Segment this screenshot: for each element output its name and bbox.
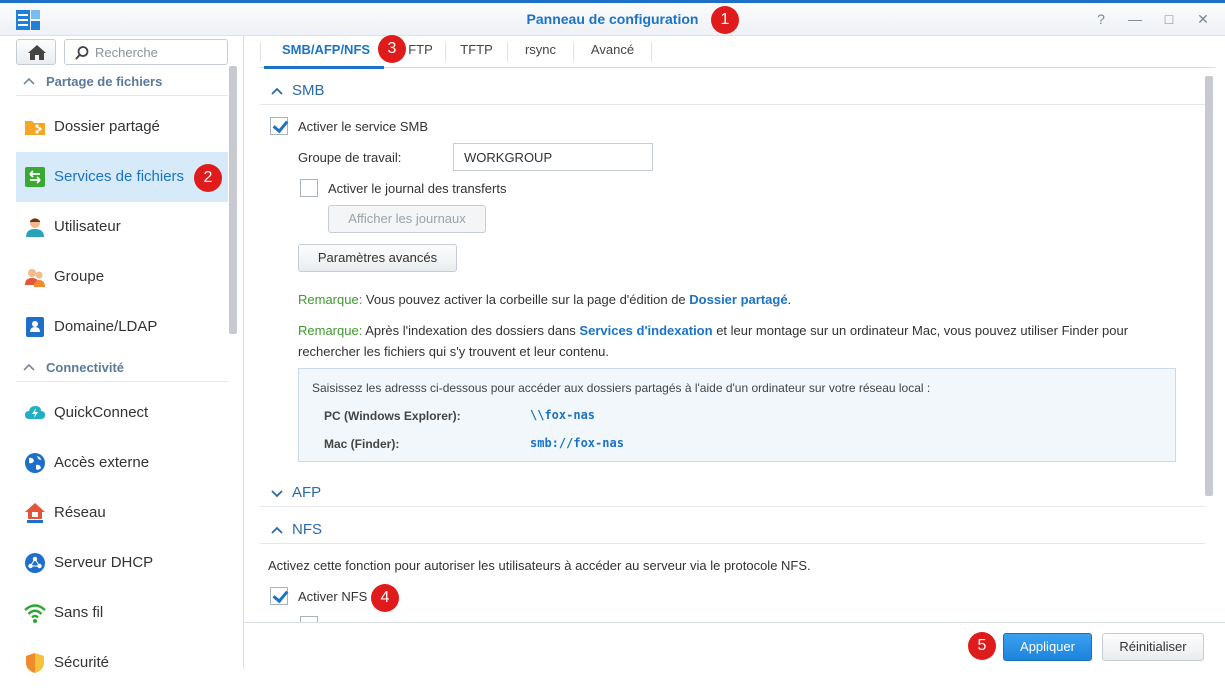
shared-folder-icon <box>25 121 45 135</box>
sidebar-scrollbar[interactable] <box>229 66 237 334</box>
home-button[interactable] <box>16 39 56 65</box>
transfer-log-label: Activer le journal des transferts <box>328 181 507 196</box>
annotation-badge-2: 2 <box>194 164 222 192</box>
nfs-enable-label: Activer NFS <box>298 589 368 604</box>
sidebar-item-security[interactable]: Sécurité <box>16 638 228 688</box>
user-icon <box>26 218 44 237</box>
search-icon <box>75 46 89 60</box>
transfer-log-checkbox[interactable] <box>300 179 318 197</box>
quickconnect-icon <box>25 406 45 419</box>
workgroup-field[interactable]: WORKGROUP <box>453 143 653 171</box>
sidebar-item-network[interactable]: Réseau <box>16 488 228 538</box>
sidebar-item-wireless[interactable]: Sans fil <box>16 588 228 638</box>
chevron-up-icon <box>271 526 283 534</box>
pc-address-value: \\fox-nas <box>530 408 596 422</box>
annotation-badge-4: 4 <box>371 584 399 612</box>
reset-button[interactable]: Réinitialiser <box>1102 633 1204 661</box>
wireless-icon <box>24 604 46 623</box>
pc-address-label: PC (Windows Explorer): <box>324 409 461 423</box>
annotation-badge-5: 5 <box>968 632 996 660</box>
title-bar: Panneau de configuration 1 ? — □ ✕ <box>0 3 1225 36</box>
security-icon <box>26 653 44 673</box>
note-indexing-line2: rechercher les fichiers qui s'y trouvent… <box>298 344 610 359</box>
section-smb-header[interactable]: SMB <box>260 75 1205 105</box>
smb-enable-label: Activer le service SMB <box>298 119 429 134</box>
sidebar: Recherche Partage de fichiers Dossier pa… <box>0 36 244 673</box>
note-indexing: Remarque: Après l'indexation des dossier… <box>298 323 1129 338</box>
sidebar-item-external-access[interactable]: Accès externe <box>16 438 228 488</box>
sidebar-item-user[interactable]: Utilisateur <box>16 202 228 252</box>
footer-bar: 5 Appliquer Réinitialiser <box>244 622 1225 669</box>
chevron-up-icon <box>23 363 35 371</box>
section-header-connectivity[interactable]: Connectivité <box>16 352 228 382</box>
sidebar-item-quickconnect[interactable]: QuickConnect <box>16 388 228 438</box>
apply-button[interactable]: Appliquer <box>1003 633 1092 661</box>
smb-enable-checkbox[interactable] <box>270 117 288 135</box>
sidebar-item-shared-folder[interactable]: Dossier partagé <box>16 102 228 152</box>
external-access-icon <box>25 453 45 473</box>
section-header-file-sharing[interactable]: Partage de fichiers <box>16 66 228 96</box>
note-recycle-bin: Remarque: Vous pouvez activer la corbeil… <box>298 292 792 307</box>
window-title: Panneau de configuration <box>526 11 699 27</box>
help-icon[interactable]: ? <box>1093 11 1109 27</box>
shared-folder-link[interactable]: Dossier partagé <box>689 292 787 307</box>
close-icon[interactable]: ✕ <box>1195 11 1211 27</box>
tab-tftp[interactable]: TFTP <box>446 42 508 62</box>
search-input[interactable]: Recherche <box>64 39 228 65</box>
sidebar-item-domain-ldap[interactable]: Domaine/LDAP <box>16 302 228 352</box>
domain-ldap-icon <box>26 317 44 337</box>
annotation-badge-3: 3 <box>378 35 406 63</box>
mac-address-label: Mac (Finder): <box>324 437 400 451</box>
content-scrollbar[interactable] <box>1205 76 1213 496</box>
indexing-services-link[interactable]: Services d'indexation <box>579 323 712 338</box>
tab-advanced[interactable]: Avancé <box>574 42 652 62</box>
annotation-badge-1: 1 <box>711 6 739 34</box>
sidebar-item-dhcp-server[interactable]: Serveur DHCP <box>16 538 228 588</box>
network-icon <box>25 503 45 523</box>
section-afp-header[interactable]: AFP <box>260 477 1205 507</box>
advanced-settings-button[interactable]: Paramètres avancés <box>298 244 457 272</box>
search-placeholder: Recherche <box>95 45 158 60</box>
mac-address-value: smb://fox-nas <box>530 436 624 450</box>
nfs-description: Activez cette fonction pour autoriser le… <box>268 558 811 573</box>
home-icon <box>28 45 46 60</box>
chevron-up-icon <box>23 77 35 85</box>
dhcp-server-icon <box>25 553 45 573</box>
tab-rsync[interactable]: rsync <box>508 42 574 62</box>
workgroup-label: Groupe de travail: <box>298 150 402 165</box>
show-logs-button[interactable]: Afficher les journaux <box>328 205 486 233</box>
chevron-up-icon <box>271 87 283 95</box>
chevron-down-icon <box>271 490 283 498</box>
info-intro-text: Saisissez les adresss ci-dessous pour ac… <box>312 381 931 395</box>
sidebar-item-group[interactable]: Groupe <box>16 252 228 302</box>
file-services-icon <box>25 167 45 187</box>
group-icon <box>25 269 45 287</box>
minimize-icon[interactable]: — <box>1127 11 1143 27</box>
settings-content: SMB Activer le service SMB Groupe de tra… <box>260 69 1215 622</box>
nfs-enable-checkbox[interactable] <box>270 587 288 605</box>
maximize-icon[interactable]: □ <box>1161 11 1177 27</box>
tab-smb-afp-nfs[interactable]: SMB/AFP/NFS <box>264 42 388 62</box>
section-nfs-header[interactable]: NFS <box>260 514 1205 544</box>
network-address-info-box: Saisissez les adresss ci-dessous pour ac… <box>298 368 1176 462</box>
